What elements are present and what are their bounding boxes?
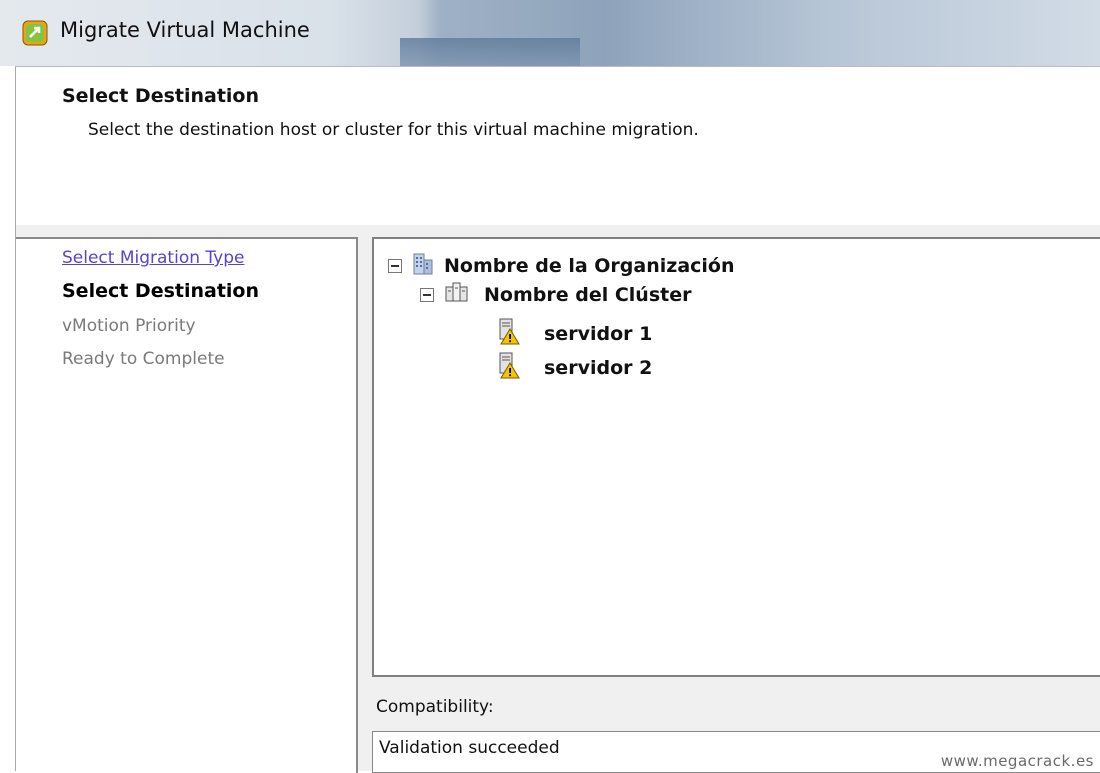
window-title: Migrate Virtual Machine (60, 18, 310, 42)
host-warning-icon (498, 351, 520, 384)
datacenter-icon (412, 251, 434, 280)
page-title: Select Destination (62, 85, 260, 107)
vmware-migrate-icon (22, 20, 48, 46)
destination-tree[interactable]: Nombre de la Organización Nombre del Clú… (372, 237, 1100, 677)
step-ready-to-complete: Ready to Complete (62, 349, 225, 369)
cluster-icon (444, 281, 470, 308)
tree-node-cluster[interactable]: Nombre del Clúster (420, 281, 691, 308)
title-bar: Migrate Virtual Machine (0, 0, 1100, 66)
host-label: servidor 1 (544, 322, 653, 345)
collapse-icon[interactable] (420, 287, 434, 302)
organization-label: Nombre de la Organización (444, 254, 735, 277)
host-label: servidor 2 (544, 356, 653, 379)
watermark: www.megacrack.es (940, 752, 1094, 770)
compatibility-label: Compatibility: (376, 697, 494, 717)
step-select-migration-type[interactable]: Select Migration Type (62, 248, 244, 268)
tree-node-host[interactable]: servidor 1 (498, 317, 652, 350)
wizard-header: Select Destination Select the destinatio… (15, 66, 1100, 226)
tree-node-organization[interactable]: Nombre de la Organización (388, 251, 735, 280)
page-subtitle: Select the destination host or cluster f… (88, 120, 699, 140)
cluster-label: Nombre del Clúster (484, 283, 692, 306)
wizard-body: Select Migration Type Select Destination… (15, 225, 1100, 773)
step-vmotion-priority: vMotion Priority (62, 316, 196, 336)
host-warning-icon (498, 317, 520, 350)
steps-panel: Select Migration Type Select Destination… (16, 237, 358, 773)
tree-node-host[interactable]: servidor 2 (498, 351, 652, 384)
step-select-destination: Select Destination (62, 280, 260, 302)
collapse-icon[interactable] (388, 258, 402, 273)
compatibility-result: Validation succeeded (379, 738, 560, 758)
